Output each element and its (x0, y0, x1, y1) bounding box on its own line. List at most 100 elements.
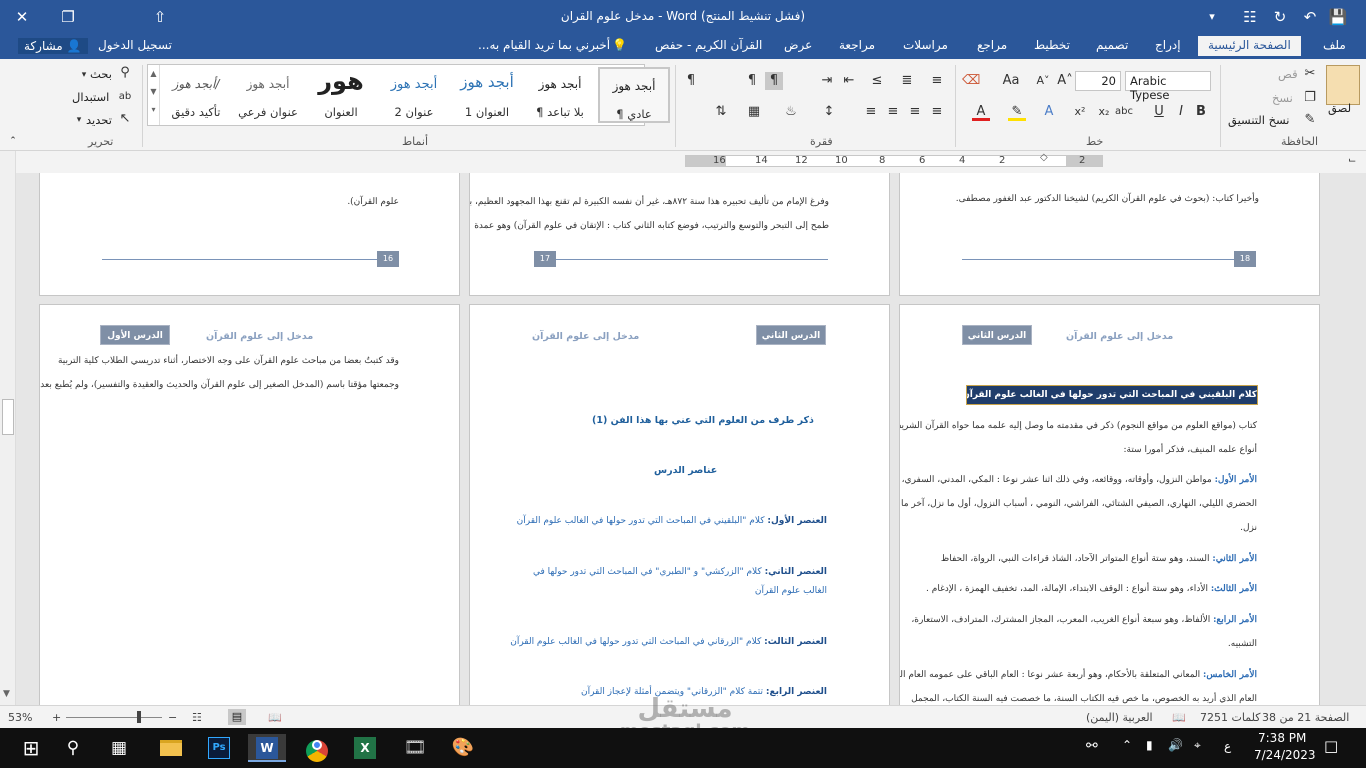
font-color-icon[interactable]: A (972, 103, 990, 121)
shading-icon[interactable]: ♨ (782, 103, 800, 121)
replace-icon[interactable]: ab (116, 88, 134, 106)
video-editor-icon[interactable]: 🎞 (396, 734, 434, 762)
multilevel-list-icon[interactable]: ≤ (868, 72, 886, 90)
change-case-icon[interactable]: Aa (1002, 72, 1020, 90)
copy-button[interactable]: نسخ (1272, 91, 1293, 105)
page-count[interactable]: الصفحة 21 من 38 (1262, 711, 1349, 724)
line-spacing-icon[interactable]: ↕ (820, 103, 838, 121)
print-layout-icon[interactable]: ▤ (228, 709, 246, 725)
show-marks-icon[interactable]: ¶ (682, 72, 700, 90)
zoom-slider-thumb[interactable] (137, 711, 141, 723)
page-19[interactable]: الدرس الأول مدخل إلى علوم القرآن وقد كتب… (39, 304, 460, 705)
justify-icon[interactable]: ≡ (862, 103, 880, 121)
clear-formatting-icon[interactable]: ⌫ (962, 72, 980, 90)
style-heading-1[interactable]: أبجد هوز العنوان 1 (451, 67, 523, 123)
share-button[interactable]: مشاركة 👤 (18, 38, 88, 54)
increase-indent-icon[interactable]: ⇥ (818, 72, 836, 90)
word-icon[interactable]: W (248, 734, 286, 762)
italic-icon[interactable]: I (1172, 103, 1190, 121)
cut-button[interactable]: قص (1278, 67, 1298, 81)
text-effects-icon[interactable]: A (1040, 103, 1058, 121)
chrome-icon[interactable] (298, 734, 336, 762)
tab-selector-icon[interactable]: ⌙ (1348, 155, 1356, 166)
clock-time[interactable]: 7:38 PM (1258, 731, 1306, 745)
tell-me-box[interactable]: أخبرني بما تريد القيام به... (478, 38, 610, 52)
decrease-indent-icon[interactable]: ⇤ (840, 72, 858, 90)
copy-icon[interactable]: ❐ (1301, 89, 1319, 107)
numbering-icon[interactable]: ≣ (898, 72, 916, 90)
search-icon[interactable]: ⚲ (116, 64, 134, 82)
grow-font-icon[interactable]: A˄ (1056, 72, 1074, 90)
replace-button[interactable]: استبدال (72, 90, 109, 104)
align-center-icon[interactable]: ≡ (906, 103, 924, 121)
document-area[interactable]: علوم القرآن). 16 وفرغ الإمام من تأليف تح… (16, 173, 1366, 705)
vertical-scrollbar[interactable]: ▼ (0, 151, 16, 705)
style-normal[interactable]: أبجد هوز ¶ عادي (598, 67, 670, 123)
tab-mailings[interactable]: مراسلات (903, 38, 948, 52)
ribbon-display-icon[interactable]: ⇧ (148, 5, 172, 29)
rtl-direction-icon[interactable]: ¶ (765, 72, 783, 90)
strikethrough-icon[interactable]: abc (1115, 103, 1133, 121)
tab-quran[interactable]: القرآن الكريم - حفص (655, 38, 762, 52)
style-no-spacing[interactable]: أبجد هوز ¶ بلا تباعد (524, 67, 596, 123)
indent-marker-icon[interactable]: ◇ (1040, 152, 1048, 163)
select-dropdown-icon[interactable]: ▾ (70, 111, 88, 129)
ltr-direction-icon[interactable]: ¶ (743, 72, 761, 90)
proofing-icon[interactable]: 📖 (1172, 711, 1186, 724)
tab-layout[interactable]: تخطيط (1034, 38, 1070, 52)
style-heading-2[interactable]: أبجد هوز عنوان 2 (378, 67, 450, 123)
web-layout-icon[interactable]: 📖 (268, 711, 282, 724)
scissors-icon[interactable]: ✂ (1301, 65, 1319, 83)
tab-view[interactable]: عرض (784, 38, 812, 52)
language-status[interactable]: العربية (اليمن) (1086, 711, 1153, 724)
page-17[interactable]: وفرغ الإمام من تأليف تحبيره هذا سنة ٨٧٢ه… (469, 173, 890, 296)
page-21[interactable]: مدخل إلى علوم القرآن الدرس الثاني كلام ا… (899, 304, 1320, 705)
find-dropdown-icon[interactable]: ▾ (75, 66, 93, 84)
subscript-icon[interactable]: x₂ (1095, 103, 1113, 121)
network-icon[interactable]: ⌖ (1194, 738, 1201, 753)
clock-date[interactable]: 7/24/2023 (1254, 748, 1316, 762)
paste-button[interactable]: لصق (1328, 101, 1351, 115)
scroll-thumb[interactable] (2, 399, 14, 435)
select-button[interactable]: تحديد (86, 113, 112, 127)
tab-design[interactable]: تصميم (1096, 38, 1128, 52)
read-mode-icon[interactable]: ☷ (192, 711, 202, 724)
volume-icon[interactable]: 🔊 (1168, 738, 1183, 752)
underline-icon[interactable]: U (1150, 103, 1168, 121)
style-title[interactable]: هور العنوان (305, 67, 377, 123)
notifications-icon[interactable]: □ (1324, 737, 1338, 755)
windows-start-icon[interactable]: ⊞ (12, 734, 50, 762)
find-button[interactable]: بحث (90, 67, 112, 81)
tab-home[interactable]: الصفحة الرئيسية (1198, 36, 1301, 56)
bullets-icon[interactable]: ≡ (928, 72, 946, 90)
gallery-scroll[interactable]: ▲ ▼ ▾ (148, 65, 160, 125)
shrink-font-icon[interactable]: A˅ (1034, 72, 1052, 90)
bold-icon[interactable]: B (1192, 103, 1210, 121)
tab-file[interactable]: ملف (1323, 38, 1346, 52)
align-left-icon[interactable]: ≡ (884, 103, 902, 121)
tab-review[interactable]: مراجعة (839, 38, 875, 52)
tray-expand-icon[interactable]: ⌃ (1122, 738, 1132, 752)
collapse-ribbon-icon[interactable]: ⌃ (4, 132, 22, 150)
zoom-in-icon[interactable]: + (52, 711, 61, 724)
align-right-icon[interactable]: ≡ (928, 103, 946, 121)
font-name-box[interactable]: Arabic Typese (1125, 71, 1211, 102)
cursor-icon[interactable]: ↖ (116, 110, 134, 128)
highlight-icon[interactable]: ✎ (1008, 103, 1026, 121)
input-language[interactable]: ع (1224, 739, 1231, 753)
search-icon[interactable]: ⚲ (54, 734, 92, 762)
format-painter-button[interactable]: نسخ التنسيق (1228, 113, 1290, 127)
font-size-box[interactable]: 20 (1075, 71, 1121, 91)
style-subtitle[interactable]: أبجد هوز عنوان فرعي (232, 67, 304, 123)
restore-icon[interactable]: ❐ (56, 5, 80, 29)
page-16[interactable]: علوم القرآن). 16 (39, 173, 460, 296)
close-icon[interactable]: ✕ (10, 5, 34, 29)
zoom-slider[interactable] (66, 717, 162, 718)
word-count[interactable]: 7251 كلمات (1200, 711, 1260, 724)
horizontal-ruler[interactable]: 16 14 12 10 8 6 4 2 2 ◇ (685, 152, 1103, 167)
scroll-down-icon[interactable]: ▼ (3, 689, 10, 699)
tab-insert[interactable]: إدراج (1155, 38, 1181, 52)
sign-in-link[interactable]: تسجيل الدخول (98, 38, 172, 52)
format-painter-icon[interactable]: ✎ (1301, 111, 1319, 129)
style-subtle-emphasis[interactable]: أبجد هوز/ تأكيد دقيق (160, 67, 232, 123)
